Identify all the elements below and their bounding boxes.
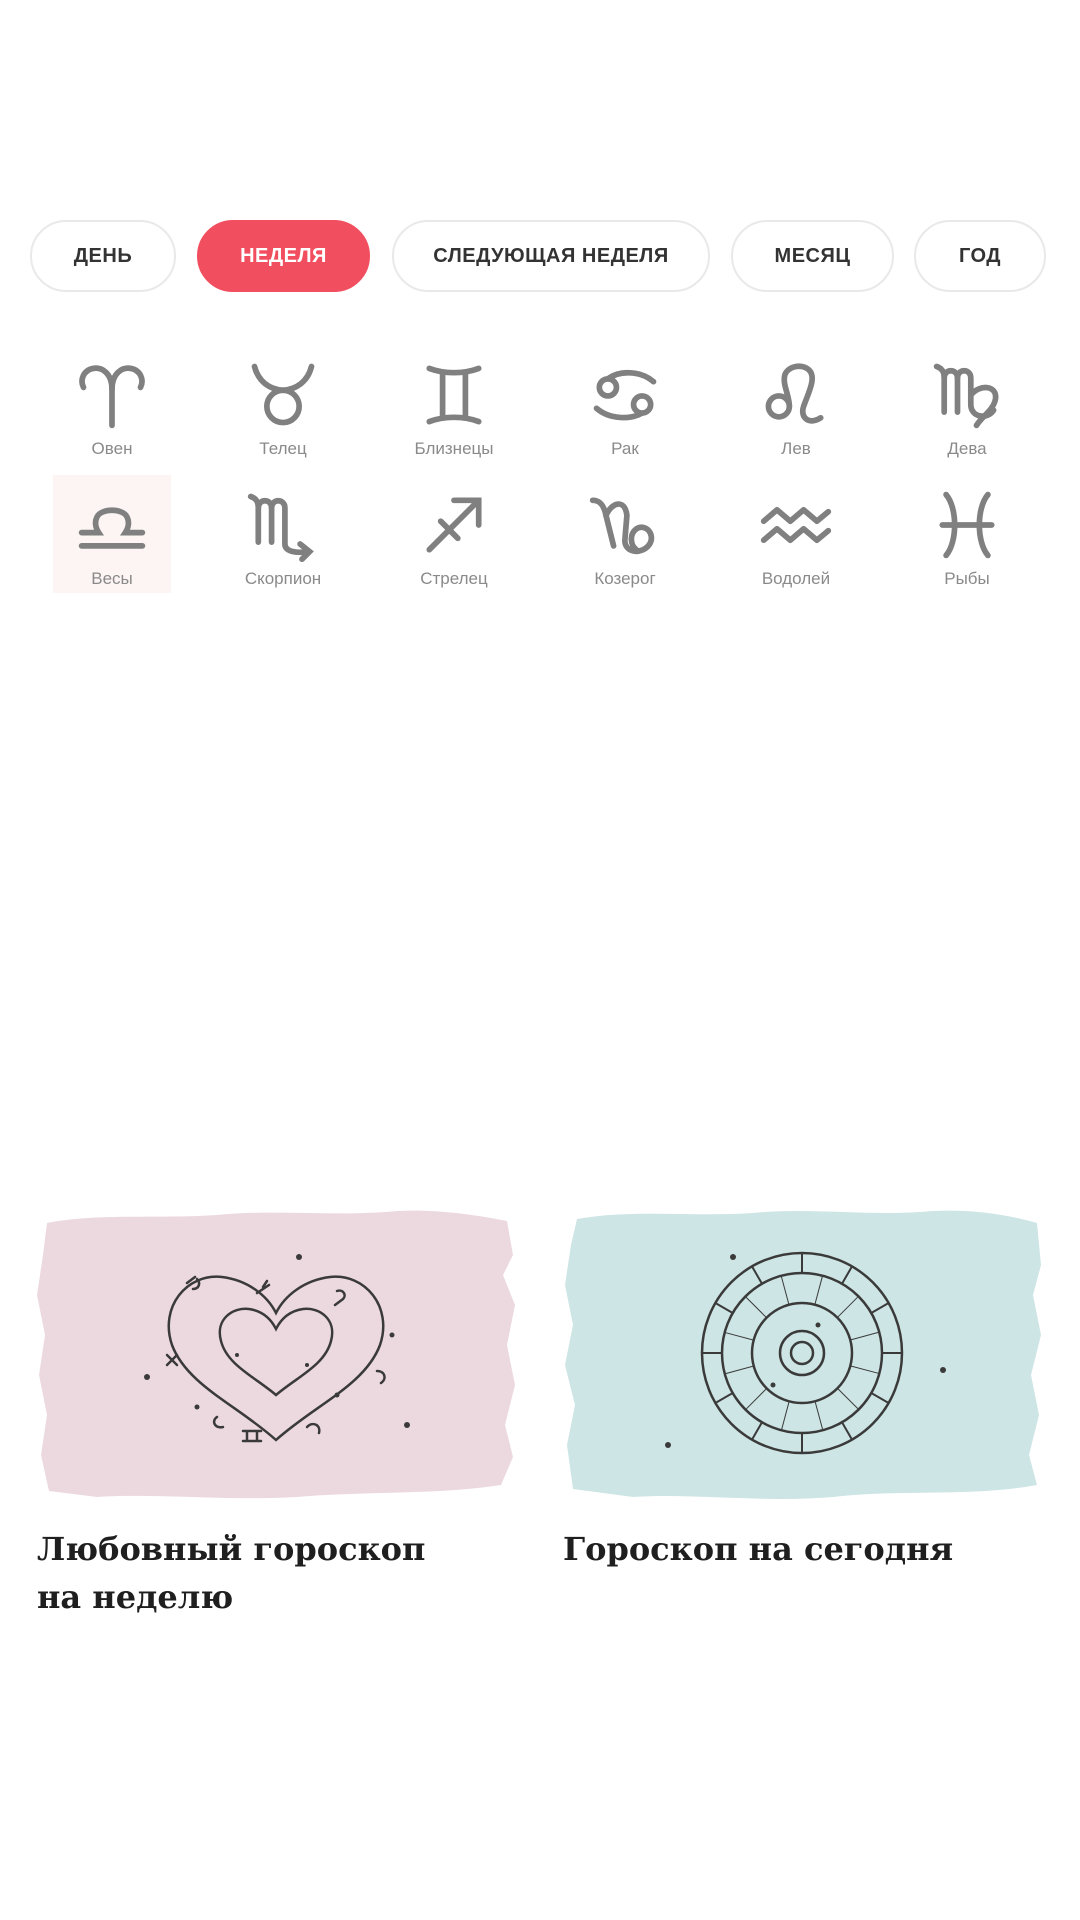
zodiac-heart-illustration: [37, 1210, 515, 1499]
zodiac-pisces[interactable]: Рыбы: [908, 475, 1026, 593]
zodiac-label: Близнецы: [414, 439, 494, 458]
capricorn-icon: [589, 497, 655, 555]
zodiac-label: Овен: [91, 439, 133, 458]
virgo-icon: [933, 363, 999, 429]
zodiac-libra[interactable]: Весы: [53, 475, 171, 593]
tab-year[interactable]: ГОД: [914, 220, 1046, 292]
zodiac-aquarius[interactable]: Водолей: [737, 475, 855, 593]
zodiac-sagittarius[interactable]: Стрелец: [395, 475, 513, 593]
zodiac-label: Весы: [91, 569, 133, 588]
zodiac-label: Рыбы: [944, 569, 990, 588]
zodiac-label: Дева: [947, 439, 987, 458]
love-horoscope-card[interactable]: Любовный гороскоп на неделю: [37, 1195, 515, 1621]
tab-day[interactable]: ДЕНЬ: [30, 220, 176, 292]
zodiac-cancer[interactable]: Рак: [566, 345, 684, 463]
zodiac-label: Рак: [611, 439, 639, 458]
tab-week[interactable]: НЕДЕЛЯ: [197, 220, 370, 292]
zodiac-aries[interactable]: Овен: [53, 345, 171, 463]
zodiac-label: Водолей: [761, 569, 831, 588]
tab-month[interactable]: МЕСЯЦ: [731, 220, 894, 292]
cancer-icon: [593, 369, 657, 421]
zodiac-capricorn[interactable]: Козерог: [566, 475, 684, 593]
zodiac-virgo[interactable]: Дева: [908, 345, 1026, 463]
taurus-icon: [251, 363, 315, 426]
zodiac-label: Лев: [781, 439, 811, 458]
pisces-icon: [939, 491, 995, 559]
leo-icon: [765, 363, 824, 424]
zodiac-label: Стрелец: [420, 569, 488, 588]
scorpio-icon: [247, 493, 314, 563]
sagittarius-icon: [426, 497, 482, 553]
zodiac-label: Козерог: [594, 569, 656, 588]
today-horoscope-card[interactable]: Гороскоп на сегодня: [563, 1195, 1041, 1573]
zodiac-wheel-illustration: [565, 1210, 1041, 1499]
aquarius-icon: [760, 506, 832, 544]
zodiac-gemini[interactable]: Близнецы: [395, 345, 513, 463]
aries-icon: [79, 365, 145, 429]
gemini-icon: [426, 365, 482, 425]
zodiac-scorpio[interactable]: Скорпион: [224, 475, 342, 593]
zodiac-label: Телец: [259, 439, 307, 458]
zodiac-leo[interactable]: Лев: [737, 345, 855, 463]
libra-icon: [78, 507, 146, 549]
today-horoscope-title[interactable]: Гороскоп на сегодня: [563, 1525, 983, 1573]
zodiac-label: Скорпион: [244, 569, 322, 588]
tab-next-week[interactable]: СЛЕДУЮЩАЯ НЕДЕЛЯ: [392, 220, 710, 292]
love-horoscope-title[interactable]: Любовный гороскоп на неделю: [37, 1525, 457, 1621]
zodiac-taurus[interactable]: Телец: [224, 345, 342, 463]
period-tabs: ДЕНЬ НЕДЕЛЯ СЛЕДУЮЩАЯ НЕДЕЛЯ МЕСЯЦ ГОД: [0, 0, 1080, 300]
